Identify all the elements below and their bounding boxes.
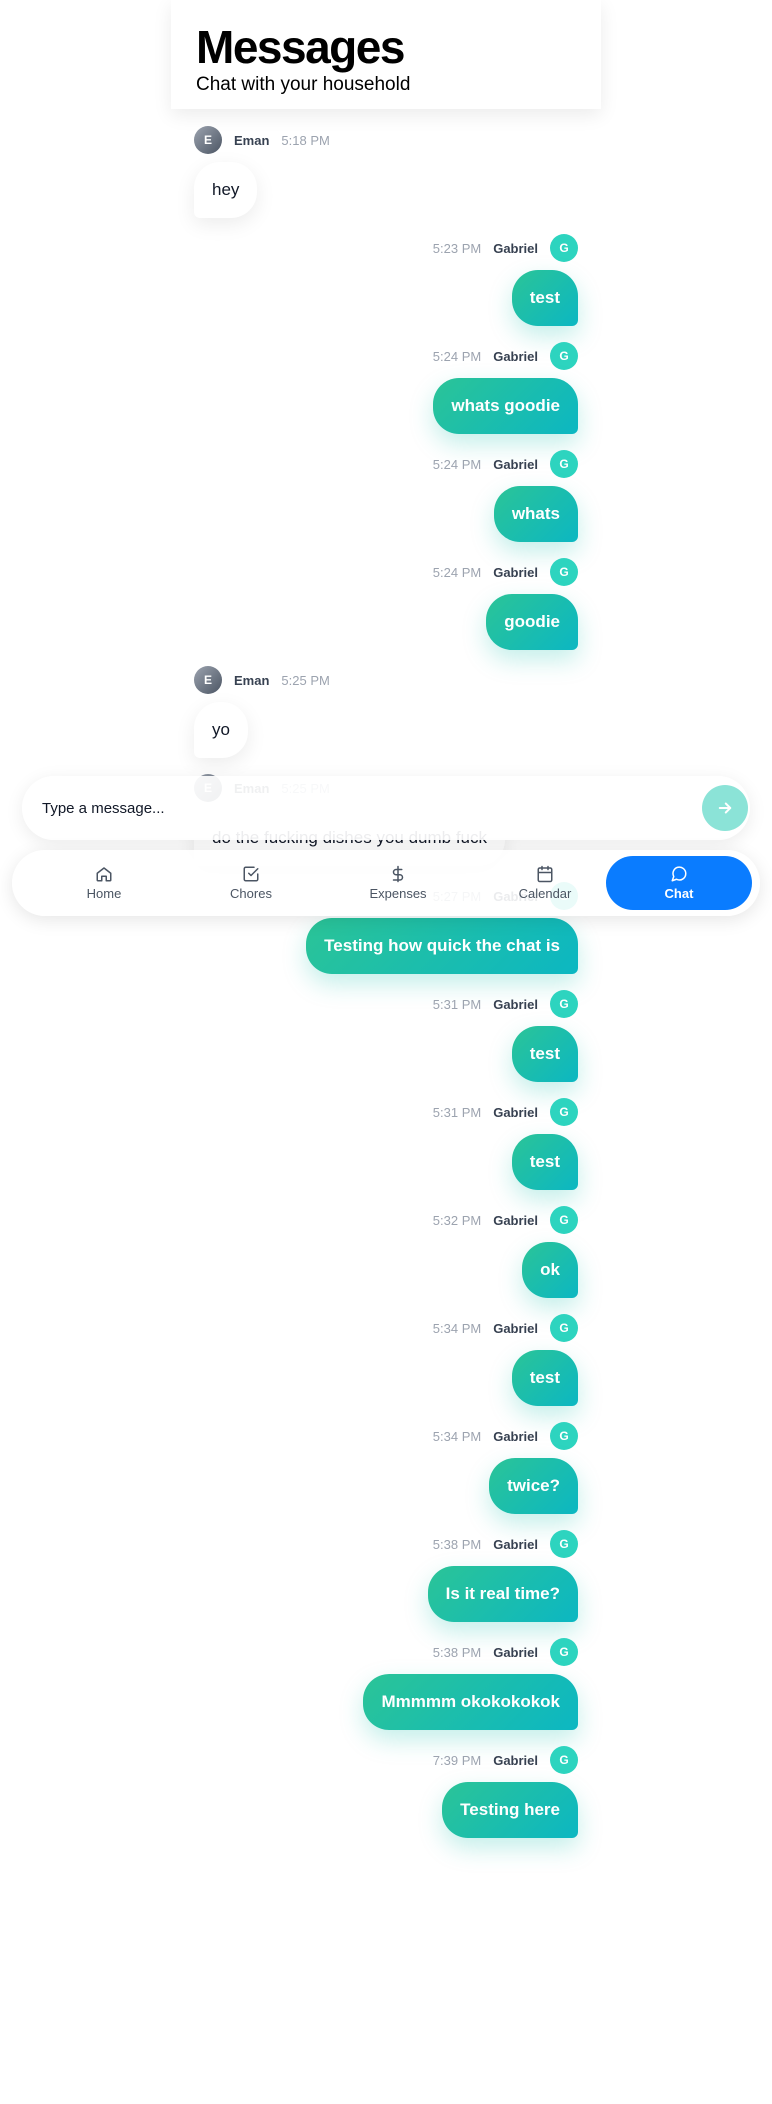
- avatar: G: [550, 450, 578, 478]
- outgoing-message-bubble[interactable]: test: [511, 270, 578, 326]
- message-meta: 5:24 PM Gabriel G: [433, 450, 578, 478]
- message-meta: 5:31 PM Gabriel G: [433, 1098, 578, 1126]
- message-meta: 5:24 PM Gabriel G: [433, 342, 578, 370]
- message-time: 5:18 PM: [281, 132, 330, 148]
- outgoing-message-bubble[interactable]: test: [511, 1350, 578, 1406]
- message-meta: 5:34 PM Gabriel G: [433, 1314, 578, 1342]
- message-time: 5:31 PM: [432, 996, 482, 1012]
- message-meta: 5:24 PM Gabriel G: [433, 558, 578, 586]
- tab-home[interactable]: Home: [31, 856, 177, 910]
- tab-calendar[interactable]: Calendar: [472, 856, 618, 910]
- avatar: E: [194, 666, 222, 694]
- message-meta: 5:23 PM Gabriel G: [433, 234, 578, 262]
- sender-name: Gabriel: [493, 1536, 538, 1552]
- incoming-message-bubble[interactable]: yo: [194, 702, 248, 758]
- outgoing-message-bubble[interactable]: ok: [522, 1242, 578, 1298]
- sender-name: Gabriel: [493, 1644, 538, 1660]
- sender-name: Gabriel: [493, 1752, 538, 1768]
- outgoing-message-bubble[interactable]: goodie: [486, 594, 578, 650]
- avatar: G: [550, 558, 578, 586]
- tab-calendar-label: Calendar: [518, 886, 572, 901]
- avatar: E: [194, 126, 222, 154]
- message-time: 5:34 PM: [432, 1320, 482, 1336]
- message-meta: 7:39 PM Gabriel G: [433, 1746, 578, 1774]
- avatar: G: [550, 1206, 578, 1234]
- tab-home-label: Home: [86, 886, 122, 901]
- avatar: G: [550, 1638, 578, 1666]
- sender-name: Gabriel: [493, 1212, 538, 1228]
- bottom-nav: Home Chores Expenses Calendar Chat: [12, 850, 760, 916]
- outgoing-message-bubble[interactable]: Testing here: [442, 1782, 578, 1838]
- message-input[interactable]: [40, 798, 750, 818]
- message-time: 5:34 PM: [432, 1428, 482, 1444]
- chat-bubble-icon: [671, 866, 687, 882]
- outgoing-message-bubble[interactable]: Testing how quick the chat is: [306, 918, 578, 974]
- sender-name: Gabriel: [493, 348, 538, 364]
- message-meta: E Eman 5:25 PM: [194, 666, 330, 694]
- check-square-icon: [243, 866, 259, 882]
- tab-chores-label: Chores: [230, 886, 272, 901]
- outgoing-message-bubble[interactable]: Mmmmm okokokokok: [363, 1674, 578, 1730]
- avatar: G: [550, 342, 578, 370]
- sender-name: Gabriel: [493, 996, 538, 1012]
- message-time: 5:32 PM: [432, 1212, 482, 1228]
- sender-name: Eman: [234, 672, 270, 688]
- sender-name: Gabriel: [493, 564, 538, 580]
- outgoing-message-bubble[interactable]: whats goodie: [433, 378, 578, 434]
- sender-name: Gabriel: [493, 240, 538, 256]
- avatar: G: [550, 1098, 578, 1126]
- message-meta: E Eman 5:18 PM: [194, 126, 330, 154]
- message-meta: 5:31 PM Gabriel G: [433, 990, 578, 1018]
- incoming-message-bubble[interactable]: hey: [194, 162, 258, 218]
- outgoing-message-bubble[interactable]: Is it real time?: [427, 1566, 578, 1622]
- dollar-icon: [392, 865, 404, 883]
- message-time: 5:24 PM: [432, 348, 482, 364]
- avatar: G: [550, 1314, 578, 1342]
- sender-name: Gabriel: [493, 1320, 538, 1336]
- tab-chat[interactable]: Chat: [606, 856, 752, 910]
- avatar: G: [550, 1422, 578, 1450]
- sender-name: Eman: [234, 132, 270, 148]
- message-time: 5:24 PM: [432, 564, 482, 580]
- avatar: G: [550, 1530, 578, 1558]
- tab-chores[interactable]: Chores: [178, 856, 324, 910]
- sender-name: Gabriel: [493, 1104, 538, 1120]
- message-time: 5:31 PM: [432, 1104, 482, 1120]
- sender-name: Gabriel: [493, 1428, 538, 1444]
- message-composer: [22, 776, 750, 840]
- send-button[interactable]: [702, 785, 748, 831]
- message-meta: 5:38 PM Gabriel G: [433, 1638, 578, 1666]
- message-time: 5:38 PM: [432, 1536, 482, 1552]
- calendar-icon: [537, 865, 553, 883]
- message-time: 5:25 PM: [281, 672, 330, 688]
- avatar: G: [550, 234, 578, 262]
- tab-chat-label: Chat: [664, 886, 694, 901]
- outgoing-message-bubble[interactable]: whats: [493, 486, 578, 542]
- tab-expenses-label: Expenses: [369, 886, 427, 901]
- arrow-right-icon: [718, 802, 732, 814]
- message-meta: 5:32 PM Gabriel G: [433, 1206, 578, 1234]
- avatar: G: [550, 990, 578, 1018]
- avatar: G: [550, 1746, 578, 1774]
- message-list: E Eman 5:18 PM hey 5:23 PM Gabriel Gtest 5:24 P…: [0, 0, 772, 2104]
- message-time: 5:38 PM: [432, 1644, 482, 1660]
- outgoing-message-bubble[interactable]: twice?: [489, 1458, 578, 1514]
- message-time: 7:39 PM: [432, 1752, 482, 1768]
- home-icon: [96, 867, 112, 882]
- message-meta: 5:38 PM Gabriel G: [433, 1530, 578, 1558]
- tab-expenses[interactable]: Expenses: [325, 856, 471, 910]
- message-meta: 5:34 PM Gabriel G: [433, 1422, 578, 1450]
- sender-name: Gabriel: [493, 456, 538, 472]
- outgoing-message-bubble[interactable]: test: [511, 1134, 578, 1190]
- message-time: 5:23 PM: [432, 240, 482, 256]
- message-time: 5:24 PM: [432, 456, 482, 472]
- outgoing-message-bubble[interactable]: test: [511, 1026, 578, 1082]
